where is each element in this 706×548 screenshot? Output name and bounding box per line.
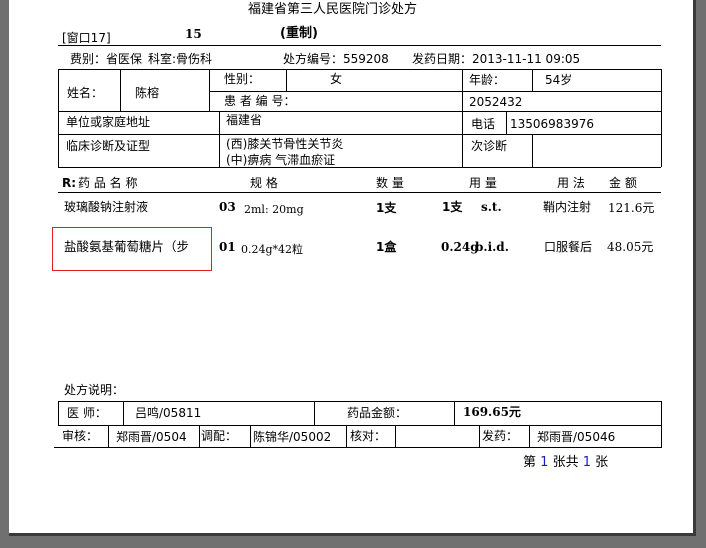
page-current: 1 [540, 455, 549, 470]
patient-id-label: 患 者 编 号： [224, 94, 296, 108]
queue-number: 15 [185, 27, 202, 41]
dispense-label: 发药： [482, 429, 519, 443]
grid-line [462, 69, 463, 167]
grid-line [395, 425, 396, 447]
grid-line [661, 69, 662, 167]
grid-line [58, 167, 661, 168]
header-usage: 用 法 [557, 176, 585, 190]
grid-line [58, 111, 661, 112]
drug-group: 01 [219, 240, 236, 254]
prescription-number: 处方编号：559208 [283, 52, 389, 66]
grid-line [286, 69, 287, 91]
visit-label: 次诊断 [471, 139, 508, 153]
header-amount: 金 额 [609, 176, 637, 190]
diagnosis-label: 临床诊断及证型 [66, 139, 151, 153]
diagnosis-western: (西)膝关节骨性关节炎 [226, 137, 344, 151]
grid-line [346, 425, 347, 447]
department: 科室:骨伤科 [148, 52, 213, 66]
grid-line [209, 69, 210, 111]
drug-usage: 口服餐后 [544, 240, 593, 254]
header-divider [58, 45, 661, 46]
drug-spec: 0.24g*42粒 [241, 243, 304, 256]
reprint-stamp: (重制) [280, 26, 318, 41]
drug-group: 03 [219, 200, 236, 214]
header-dose: 用 量 [469, 176, 497, 190]
prepare-label: 调配： [201, 429, 238, 443]
grid-line [120, 69, 121, 111]
drug-name: 盐酸氨基葡萄糖片（步 [64, 239, 190, 254]
address-label: 单位或家庭地址 [66, 115, 151, 129]
preparer-name: 陈锦华/05002 [253, 430, 332, 444]
drug-name: 玻璃酸钠注射液 [64, 200, 149, 214]
grid-line [58, 401, 59, 425]
diagnosis-tcm: (中)痹病 气滞血瘀证 [226, 153, 336, 167]
drug-quantity: 1支 [376, 201, 397, 215]
grid-line [479, 425, 480, 447]
grid-line [199, 425, 200, 447]
review-label: 审核： [62, 429, 99, 443]
grid-line [250, 425, 251, 447]
drug-spec: 2ml: 20mg [244, 203, 304, 216]
grid-line [532, 134, 533, 167]
window-number: [窗口17] [62, 31, 111, 45]
patient-age: 54岁 [545, 73, 573, 87]
grid-line [314, 401, 315, 425]
header-drug-name: 药 品 名 称 [78, 176, 138, 190]
table-header-divider [58, 192, 661, 193]
page-total: 1 [582, 455, 592, 470]
doctor-name: 吕鸣/05811 [135, 406, 202, 420]
patient-gender: 女 [330, 72, 343, 86]
total-label: 药品金额： [347, 406, 408, 420]
gender-label: 性别： [224, 72, 261, 86]
grid-line [54, 447, 661, 448]
drug-dose: 0.24g [441, 240, 479, 254]
drug-amount: 48.05元 [607, 240, 654, 254]
drug-amount: 121.6元 [608, 201, 655, 215]
reviewer-name: 郑雨晋/0504 [116, 430, 187, 444]
grid-line [108, 425, 109, 447]
grid-line [529, 425, 530, 447]
grid-line [506, 111, 507, 134]
hospital-title: 福建省第三人民医院门诊处方 [248, 2, 418, 17]
grid-line [219, 111, 220, 167]
drug-frequency: s.t. [481, 200, 502, 214]
grid-line [58, 425, 661, 426]
grid-line [661, 401, 662, 448]
grid-line [58, 69, 661, 70]
grid-line [58, 134, 661, 135]
page-indicator: 第 1 张共 1 张 [523, 455, 609, 470]
drug-usage: 鞘内注射 [543, 200, 592, 214]
doctor-label: 医 师： [67, 406, 107, 420]
patient-address: 福建省 [226, 113, 263, 127]
grid-line [532, 69, 533, 91]
grid-line [209, 91, 661, 92]
prescription-page: 福建省第三人民医院门诊处方 [窗口17] 15 (重制) 费别：省医保 科室:骨… [9, 0, 696, 536]
age-label: 年龄： [469, 73, 506, 87]
grid-line [58, 69, 59, 167]
dispenser-name: 郑雨晋/05046 [537, 430, 616, 444]
header-quantity: 数 量 [376, 176, 404, 190]
fee-type: 费别：省医保 [70, 52, 143, 66]
drug-quantity: 1盒 [376, 240, 397, 254]
grid-line [58, 401, 661, 402]
dispense-date: 发药日期：2013-11-11 09:05 [412, 52, 581, 66]
total-amount: 169.65元 [463, 405, 521, 419]
phone-label: 电话 [471, 117, 496, 131]
drug-dose: 1支 [442, 200, 463, 214]
patient-name: 陈榕 [135, 86, 160, 100]
name-label: 姓名： [67, 86, 104, 100]
check-label: 核对： [350, 429, 387, 443]
grid-line [454, 401, 455, 425]
patient-phone: 13506983976 [510, 117, 594, 131]
notes-label: 处方说明： [64, 383, 125, 397]
rx-symbol: R: [62, 176, 77, 190]
drug-frequency: b.i.d. [475, 240, 509, 254]
header-spec: 规 格 [250, 176, 278, 190]
grid-line [123, 401, 124, 425]
patient-id: 2052432 [469, 95, 523, 109]
